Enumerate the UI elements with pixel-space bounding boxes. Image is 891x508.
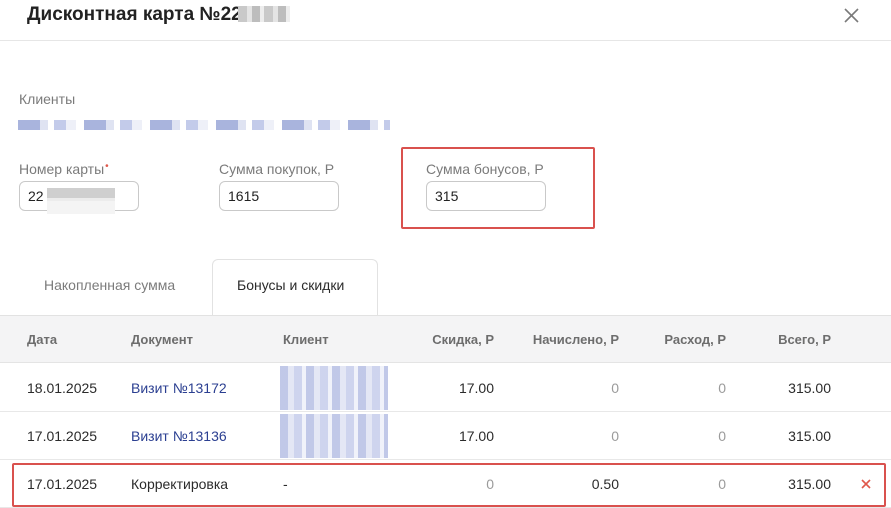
dialog-title: Дисконтная карта №22 xyxy=(27,4,242,25)
card-number-redacted xyxy=(238,6,290,22)
row-document: Корректировка xyxy=(131,476,229,492)
row-expense: 0 xyxy=(718,428,726,444)
row-client-redacted xyxy=(280,366,388,410)
close-button[interactable] xyxy=(840,6,862,26)
tab-accumulated-sum[interactable]: Накопленная сумма xyxy=(44,277,175,293)
clients-list-redacted xyxy=(18,120,390,130)
column-expense: Расход, Р xyxy=(664,332,726,347)
column-date: Дата xyxy=(27,332,58,347)
column-total: Всего, Р xyxy=(778,332,831,347)
table-row: 18.01.2025 Визит №13172 17.00 0 0 315.00 xyxy=(0,364,891,412)
delete-row-button[interactable] xyxy=(858,476,874,492)
row-date: 17.01.2025 xyxy=(27,428,98,444)
delete-icon xyxy=(861,479,871,489)
tab-bonuses-discounts[interactable]: Бонусы и скидки xyxy=(237,277,344,293)
row-discount: 17.00 xyxy=(458,428,494,444)
row-total: 315.00 xyxy=(788,476,831,492)
row-client-redacted xyxy=(280,414,388,458)
row-date: 18.01.2025 xyxy=(27,380,98,396)
row-discount: 17.00 xyxy=(458,380,494,396)
column-accrued: Начислено, Р xyxy=(532,332,619,347)
row-document-link[interactable]: Визит №13136 xyxy=(131,428,227,444)
table-row: 17.01.2025 Корректировка - 0 0.50 0 315.… xyxy=(0,460,891,508)
card-number-redacted-field xyxy=(47,188,115,214)
row-expense: 0 xyxy=(718,380,726,396)
column-document: Документ xyxy=(131,332,193,347)
row-discount: 0 xyxy=(486,476,494,492)
required-mark: • xyxy=(105,161,109,172)
row-accrued: 0 xyxy=(611,428,619,444)
clients-label: Клиенты xyxy=(19,91,76,107)
column-discount: Скидка, Р xyxy=(432,332,494,347)
bonus-label: Сумма бонусов, Р xyxy=(426,161,544,177)
row-total: 315.00 xyxy=(788,428,831,444)
column-client: Клиент xyxy=(283,332,329,347)
card-number-value: 22 xyxy=(28,188,44,204)
card-number-label: Номер карты• xyxy=(19,161,109,177)
card-number-label-text: Номер карты xyxy=(19,161,105,177)
row-expense: 0 xyxy=(718,476,726,492)
row-total: 315.00 xyxy=(788,380,831,396)
purchases-input[interactable]: 1615 xyxy=(219,181,339,211)
close-icon xyxy=(844,8,859,23)
row-date: 17.01.2025 xyxy=(27,476,98,492)
bonus-input[interactable]: 315 xyxy=(426,181,546,211)
bonus-value: 315 xyxy=(435,188,459,204)
table-row: 17.01.2025 Визит №13136 17.00 0 0 315.00 xyxy=(0,412,891,460)
row-client: - xyxy=(283,476,288,492)
row-document-link[interactable]: Визит №13172 xyxy=(131,380,227,396)
purchases-value: 1615 xyxy=(228,188,260,204)
row-accrued: 0.50 xyxy=(591,476,619,492)
purchases-label: Сумма покупок, Р xyxy=(219,161,335,177)
dialog-header: Дисконтная карта №22 xyxy=(0,0,891,41)
row-accrued: 0 xyxy=(611,380,619,396)
